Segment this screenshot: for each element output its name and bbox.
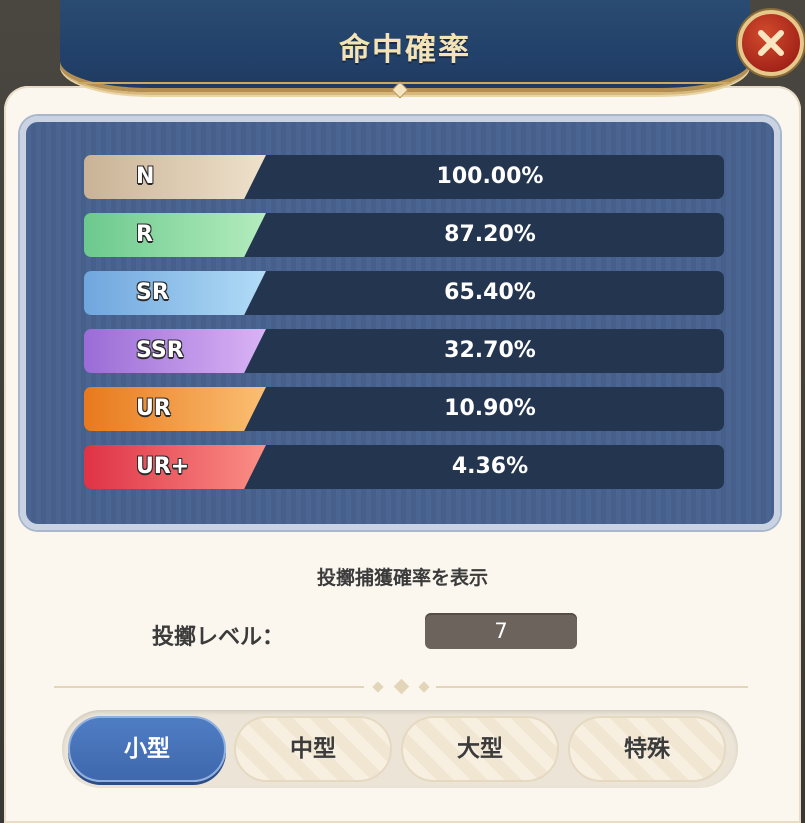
rarity-label: SSR xyxy=(136,338,184,363)
hit-rate-value: 100.00% xyxy=(436,164,544,189)
rate-row: UR+ 4.36% xyxy=(84,445,724,489)
tab-large[interactable]: 大型 xyxy=(401,716,559,782)
rarity-label: UR+ xyxy=(136,454,190,479)
close-button[interactable] xyxy=(738,10,804,76)
divider-ornament xyxy=(372,681,384,693)
throw-capture-subtitle: 投擲捕獲確率を表示 xyxy=(316,567,488,589)
rarity-label: UR xyxy=(136,396,171,421)
rate-row: UR 10.90% xyxy=(84,387,724,431)
rarity-badge: SSR xyxy=(84,329,266,373)
rarity-badge: SR xyxy=(84,271,266,315)
throw-level-input[interactable]: 7 xyxy=(425,613,577,649)
rarity-label: N xyxy=(136,164,155,189)
divider-ornament-center xyxy=(393,678,410,695)
rarity-label: SR xyxy=(136,280,169,305)
divider-right xyxy=(436,686,748,688)
hit-rate-value: 4.36% xyxy=(451,454,529,479)
divider-left xyxy=(54,686,364,688)
title-banner: 命中確率 xyxy=(60,0,750,95)
rarity-badge: N xyxy=(84,155,266,199)
rarity-badge: R xyxy=(84,213,266,257)
hit-rate-value: 87.20% xyxy=(444,222,536,247)
divider-ornament xyxy=(418,681,430,693)
throw-level-label: 投擲レベル： xyxy=(152,625,285,650)
hit-rate-value: 65.40% xyxy=(444,280,536,305)
dialog-title: 命中確率 xyxy=(339,32,471,68)
tab-small[interactable]: 小型 xyxy=(68,716,226,782)
hit-rate-value: 32.70% xyxy=(444,338,536,363)
rate-row: N 100.00% xyxy=(84,155,724,199)
rate-table: N 100.00% R 87.20% SR 65.40% SSR 32.70% UR 10.90%… xyxy=(20,116,780,530)
rate-row: SR 65.40% xyxy=(84,271,724,315)
rarity-badge: UR+ xyxy=(84,445,266,489)
rarity-badge: UR xyxy=(84,387,266,431)
hit-rate-value: 10.90% xyxy=(444,396,536,421)
game-screen: N 100.00% R 87.20% SR 65.40% SSR 32.70% UR 10.90%… xyxy=(0,0,805,823)
rarity-label: R xyxy=(136,222,153,247)
size-tabs: 小型 中型 大型 特殊 xyxy=(62,710,738,788)
close-icon xyxy=(756,28,786,58)
rate-row: SSR 32.70% xyxy=(84,329,724,373)
tab-special[interactable]: 特殊 xyxy=(568,716,726,782)
tab-medium[interactable]: 中型 xyxy=(234,716,392,782)
hit-rate-dialog: N 100.00% R 87.20% SR 65.40% SSR 32.70% UR 10.90%… xyxy=(4,86,801,823)
rate-row: R 87.20% xyxy=(84,213,724,257)
